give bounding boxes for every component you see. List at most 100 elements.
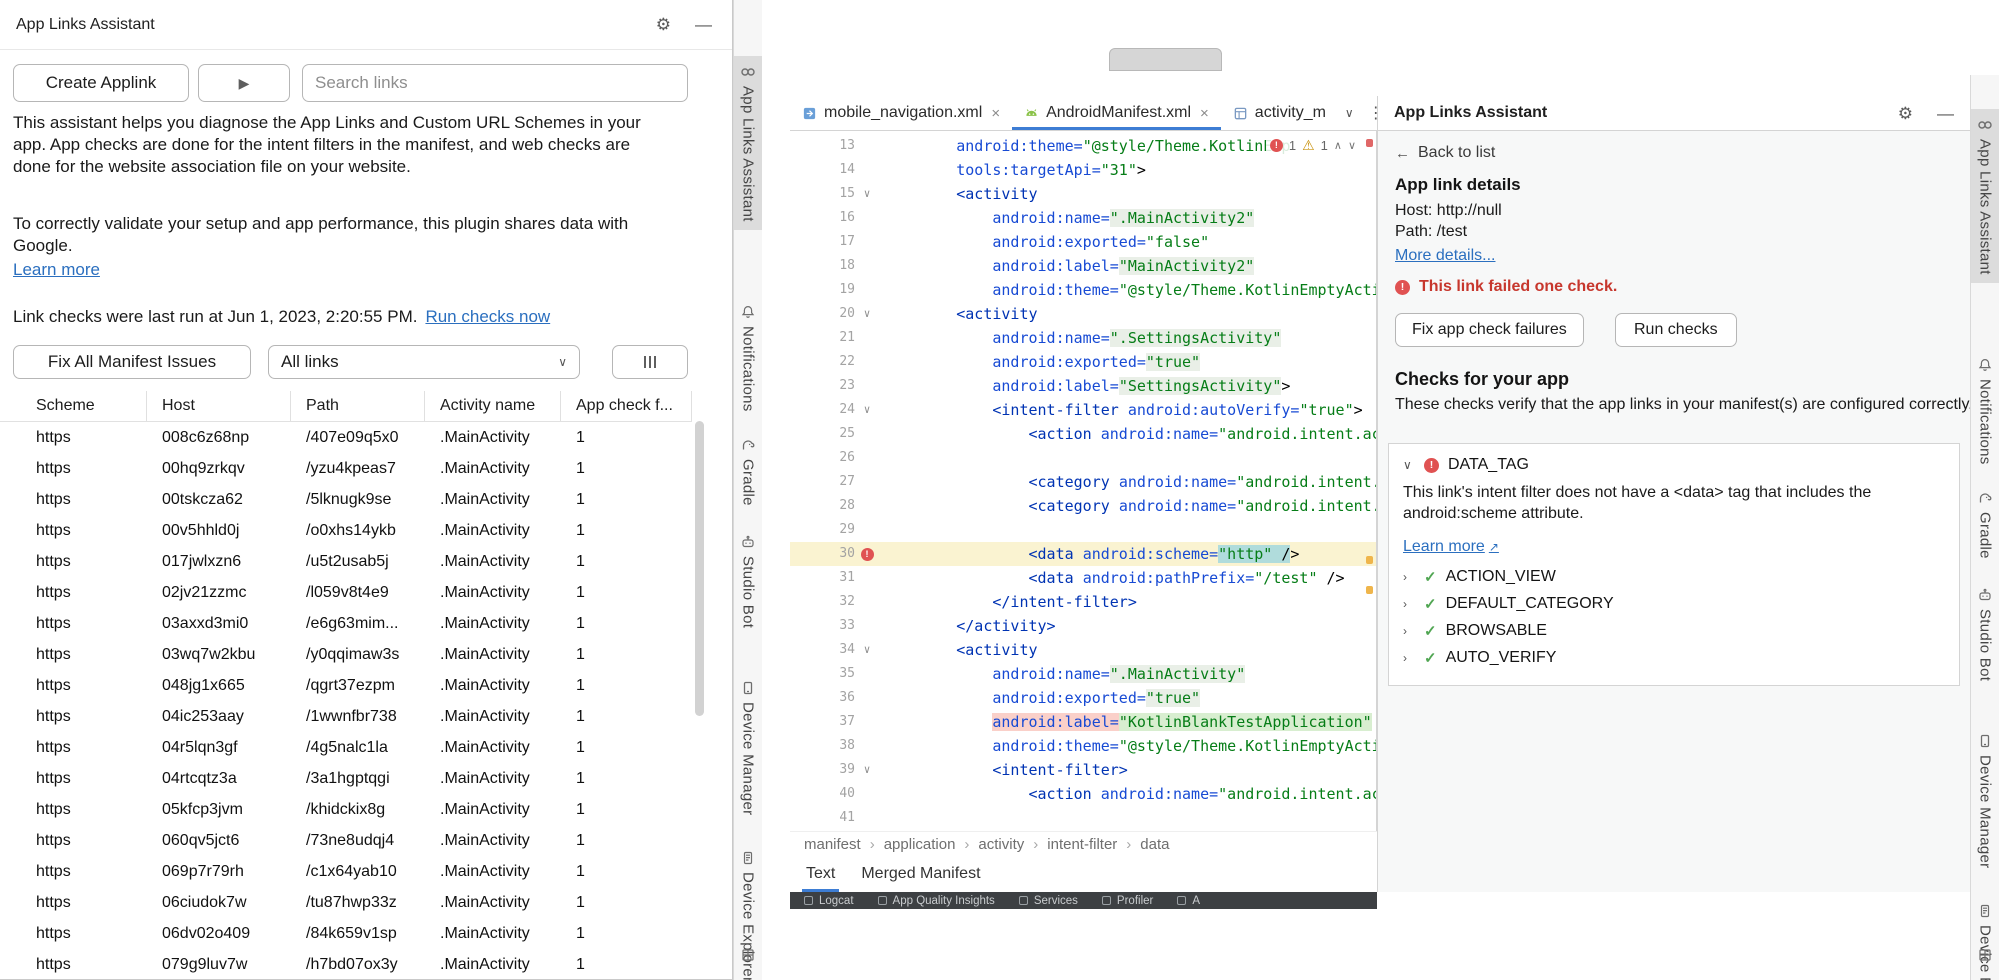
tool-strip-item-notifications[interactable]: Notifications <box>734 296 762 420</box>
code-line[interactable]: 23 android:label="SettingsActivity"> <box>790 374 1376 398</box>
fold-icon[interactable]: ∨ <box>858 182 876 206</box>
check-auto-verify[interactable]: ›✓AUTO_VERIFY <box>1403 649 1945 667</box>
check-default-category[interactable]: ›✓DEFAULT_CATEGORY <box>1403 595 1945 613</box>
link-table-row[interactable]: https017jwlxzn6/u5t2usab5j.MainActivity1 <box>0 546 692 577</box>
gear-icon[interactable]: ⚙ <box>656 16 671 33</box>
tool-strip-item-device-manager[interactable]: Device Manager <box>734 672 762 823</box>
fold-icon[interactable]: ∨ <box>858 758 876 782</box>
link-table-row[interactable]: https04rtcqtz3a/3a1hgptqgi.MainActivity1 <box>0 763 692 794</box>
code-line[interactable]: 36 android:exported="true" <box>790 686 1376 710</box>
code-line[interactable]: 39∨ <intent-filter> <box>790 758 1376 782</box>
inspections-widget[interactable]: ! 1 ⚠ 1 ∧ ∨ <box>1266 134 1360 156</box>
tool-strip-item-studio-bot[interactable]: Studio Bot <box>734 526 762 636</box>
breadcrumb-data[interactable]: data <box>1140 836 1169 853</box>
fold-icon[interactable]: ∨ <box>858 398 876 422</box>
code-line[interactable]: 15∨ <activity <box>790 182 1376 206</box>
bottom-bar-app-quality-insights[interactable]: App Quality Insights <box>878 895 995 907</box>
code-line[interactable]: 33 </activity> <box>790 614 1376 638</box>
run-checks-button[interactable]: Run checks <box>1615 313 1737 347</box>
code-line[interactable]: 20∨ <activity <box>790 302 1376 326</box>
code-line[interactable]: 19 android:theme="@style/Theme.KotlinEmp… <box>790 278 1376 302</box>
search-links-input[interactable] <box>302 64 688 102</box>
bottom-bar-logcat[interactable]: Logcat <box>804 895 854 907</box>
link-table-row[interactable]: https079g9luv7w/h7bd07ox3y.MainActivity1 <box>0 949 692 979</box>
stripe-warning-mark[interactable] <box>1366 586 1373 594</box>
link-table-row[interactable]: https048jg1x665/qgrt37ezpm.MainActivity1 <box>0 670 692 701</box>
code-line[interactable]: 41 <box>790 806 1376 830</box>
link-table-row[interactable]: https008c6z68np/407e09q5x0.MainActivity1 <box>0 422 692 453</box>
view-tab-merged-manifest[interactable]: Merged Manifest <box>861 856 980 892</box>
strip-bottom-icon[interactable] <box>1977 947 1993 968</box>
breadcrumb-manifest[interactable]: manifest <box>804 836 861 853</box>
code-line[interactable]: 31 <data android:pathPrefix="/test" /> <box>790 566 1376 590</box>
code-line[interactable]: 14 tools:targetApi="31"> <box>790 158 1376 182</box>
column-header-path[interactable]: Path <box>291 391 425 421</box>
minimize-icon[interactable]: — <box>1937 105 1954 122</box>
link-table-row[interactable]: https03axxd3mi0/e6g63mim....MainActivity… <box>0 608 692 639</box>
back-to-list-link[interactable]: ← Back to list <box>1395 144 1495 162</box>
code-line[interactable]: 24∨ <intent-filter android:autoVerify="t… <box>790 398 1376 422</box>
code-line[interactable]: 22 android:exported="true" <box>790 350 1376 374</box>
create-applink-button[interactable]: Create Applink <box>13 64 189 102</box>
code-line[interactable]: 29 <box>790 518 1376 542</box>
tool-strip-item-gradle[interactable]: Gradle <box>1971 482 1999 567</box>
learn-more-link[interactable]: Learn more <box>13 260 100 280</box>
fix-all-manifest-issues-button[interactable]: Fix All Manifest Issues <box>13 345 251 379</box>
code-line[interactable]: 16 android:name=".MainActivity2" <box>790 206 1376 230</box>
link-table-row[interactable]: https05kfcp3jvm/khidckix8g.MainActivity1 <box>0 794 692 825</box>
next-issue-icon[interactable]: ∨ <box>1348 139 1356 152</box>
bottom-bar-services[interactable]: Services <box>1019 895 1078 907</box>
tab-androidmanifest-xml[interactable]: AndroidManifest.xml× <box>1012 96 1221 130</box>
check-data-tag[interactable]: ∨ ! DATA_TAG <box>1403 456 1945 474</box>
prev-issue-icon[interactable]: ∧ <box>1334 139 1342 152</box>
code-line[interactable]: 32 </intent-filter> <box>790 590 1376 614</box>
check-browsable[interactable]: ›✓BROWSABLE <box>1403 622 1945 640</box>
view-tab-text[interactable]: Text <box>806 856 835 892</box>
tool-strip-item-gradle[interactable]: Gradle <box>734 429 762 514</box>
code-line[interactable]: 34∨ <activity <box>790 638 1376 662</box>
link-table-row[interactable]: https06ciudok7w/tu87hwp33z.MainActivity1 <box>0 887 692 918</box>
more-details-link[interactable]: More details... <box>1395 247 1495 265</box>
close-icon[interactable]: × <box>991 105 1000 122</box>
fold-icon[interactable]: ∨ <box>858 638 876 662</box>
learn-more-link[interactable]: Learn more ↗ <box>1403 538 1499 556</box>
link-table-row[interactable]: https02jv21zzmc/l059v8t4e9.MainActivity1 <box>0 577 692 608</box>
link-table-row[interactable]: https00tskcza62/5lknugk9se.MainActivity1 <box>0 484 692 515</box>
check-action-view[interactable]: ›✓ACTION_VIEW <box>1403 568 1945 586</box>
tab-mobile-navigation-xml[interactable]: mobile_navigation.xml× <box>790 96 1012 130</box>
link-table-row[interactable]: https06dv02o409/84k659v1sp.MainActivity1 <box>0 918 692 949</box>
tool-strip-item-notifications[interactable]: Notifications <box>1971 349 1999 473</box>
link-table-row[interactable]: https03wq7w2kbu/y0qqimaw3s.MainActivity1 <box>0 639 692 670</box>
link-table-row[interactable]: https069p7r79rh/c1x64yab10.MainActivity1 <box>0 856 692 887</box>
run-applink-button[interactable]: ▶ <box>198 64 290 102</box>
close-icon[interactable]: × <box>1200 105 1209 122</box>
code-line[interactable]: 38 android:theme="@style/Theme.KotlinEmp… <box>790 734 1376 758</box>
hidden-tabs-chevron-icon[interactable]: ∨ <box>1338 96 1361 130</box>
column-header-app-check-f[interactable]: App check f... <box>561 391 692 421</box>
link-table-row[interactable]: https060qv5jct6/73ne8udqj4.MainActivity1 <box>0 825 692 856</box>
breadcrumb-intent-filter[interactable]: intent-filter <box>1047 836 1117 853</box>
links-filter-dropdown[interactable]: All links ∨ <box>268 345 580 379</box>
link-table-row[interactable]: https04ic253aay/1wwnfbr738.MainActivity1 <box>0 701 692 732</box>
code-line[interactable]: 18 android:label="MainActivity2" <box>790 254 1376 278</box>
tool-strip-item-device-manager[interactable]: Device Manager <box>1971 725 1999 876</box>
strip-bottom-icon[interactable] <box>740 947 756 968</box>
link-table-row[interactable]: https04r5lqn3gf/4g5nalc1la.MainActivity1 <box>0 732 692 763</box>
code-line[interactable]: 26 <box>790 446 1376 470</box>
run-checks-now-link[interactable]: Run checks now <box>425 307 550 327</box>
tool-strip-item-studio-bot[interactable]: Studio Bot <box>1971 579 1999 689</box>
bottom-bar-a[interactable]: A <box>1177 895 1200 907</box>
gutter-error-icon[interactable]: ! <box>858 548 876 561</box>
scrollbar-thumb[interactable] <box>695 421 704 716</box>
tab-activity-m[interactable]: activity_m <box>1221 96 1338 130</box>
tool-strip-item-app-links-assistant[interactable]: App Links Assistant <box>734 56 762 230</box>
link-table-row[interactable]: https00hq9zrkqv/yzu4kpeas7.MainActivity1 <box>0 453 692 484</box>
stripe-error-mark[interactable] <box>1366 139 1373 147</box>
column-header-scheme[interactable]: Scheme <box>0 391 147 421</box>
code-line[interactable]: 25 <action android:name="android.intent.… <box>790 422 1376 446</box>
tool-strip-item-app-links-assistant[interactable]: App Links Assistant <box>1971 109 1999 283</box>
minimize-icon[interactable]: — <box>695 16 712 33</box>
code-editor[interactable]: 13 android:theme="@style/Theme.KotlinEmp… <box>790 131 1377 831</box>
breadcrumb-activity[interactable]: activity <box>978 836 1024 853</box>
code-line[interactable]: 30! <data android:scheme="http" /> <box>790 542 1376 566</box>
